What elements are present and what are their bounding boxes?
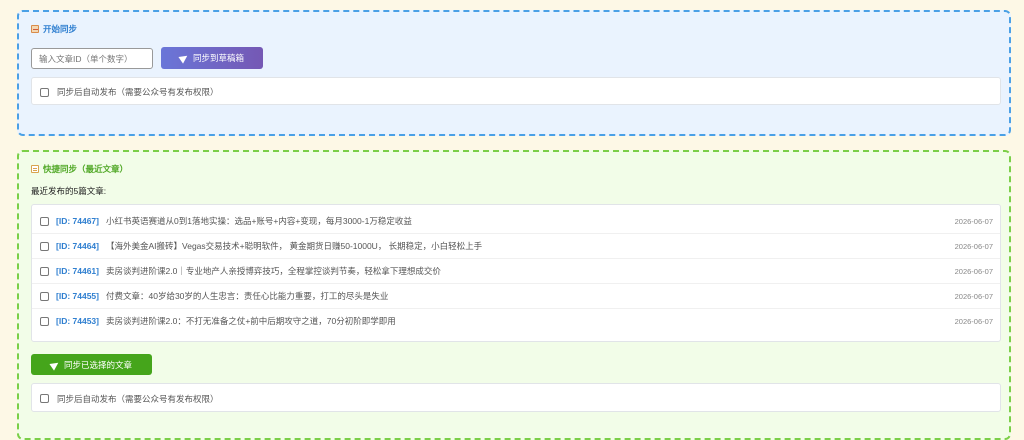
quick-auto-publish-checkbox[interactable] [40,394,49,403]
quick-sync-panel: 快捷同步（最近文章） 最近发布的5篇文章: [ID: 74467] 小红书英语赛… [17,150,1011,440]
pencil-icon [31,25,39,33]
article-date: 2026-06-07 [954,291,993,301]
sync-panel-title: 开始同步 [31,23,77,35]
document-icon [31,165,39,173]
article-id-input[interactable] [31,48,153,69]
quick-sync-title: 快捷同步（最近文章） [31,163,128,175]
article-date: 2026-06-07 [954,266,993,276]
article-date: 2026-06-07 [954,216,993,226]
auto-publish-checkbox[interactable] [40,87,49,97]
auto-publish-label: 同步后自动发布（需要公众号有发布权限） [57,87,219,97]
sync-selected-button[interactable]: 同步已选择的文章 [31,354,152,375]
quick-sync-title-text: 快捷同步（最近文章） [43,164,129,174]
sync-selected-label: 同步已选择的文章 [63,359,132,370]
article-title: 卖房谈判进阶课2.0：不打无准备之仗+前中后期攻守之道，70分初阶即学即用 [106,316,396,326]
article-row[interactable]: [ID: 74455] 付费文章：40岁给30岁的人生忠言：责任心比能力重要，打… [32,284,1000,309]
auto-publish-option[interactable]: 同步后自动发布（需要公众号有发布权限） [32,78,1000,106]
article-date: 2026-06-07 [954,316,993,326]
article-checkbox[interactable] [40,316,49,326]
article-title: 卖房谈判进阶课2.0｜专业地产人亲授博弈技巧，全程掌控谈判节奏，轻松拿下理想成交… [106,266,441,276]
article-row[interactable]: [ID: 74464] 【海外美金AI搬砖】Vegas交易技术+聪明软件， 黄金… [32,234,1000,259]
article-checkbox[interactable] [40,216,49,226]
article-title: 付费文章：40岁给30岁的人生忠言：责任心比能力重要，打工的尽头是失业 [106,291,389,301]
article-date: 2026-06-07 [954,241,993,251]
sync-to-draft-button[interactable]: 同步到草稿箱 [161,47,263,69]
article-title: 【海外美金AI搬砖】Vegas交易技术+聪明软件， 黄金期货日赚50-1000U… [106,241,483,251]
sync-panel: 开始同步 同步到草稿箱 同步后自动发布（需要公众号有发布权限） [17,10,1011,136]
quick-auto-publish-option[interactable]: 同步后自动发布（需要公众号有发布权限） [32,384,1000,413]
auto-publish-box: 同步后自动发布（需要公众号有发布权限） [31,77,1001,105]
sync-to-draft-label: 同步到草稿箱 [192,53,244,63]
article-id: [ID: 74461] [56,266,99,276]
article-title: 小红书英语赛道从0到1落地实操：选品+账号+内容+变现，每月3000-1万稳定收… [106,216,412,226]
quick-auto-publish-box: 同步后自动发布（需要公众号有发布权限） [31,383,1001,412]
article-id: [ID: 74464] [56,241,99,251]
article-id: [ID: 74467] [56,216,99,226]
article-list: [ID: 74467] 小红书英语赛道从0到1落地实操：选品+账号+内容+变现，… [31,204,1001,342]
article-checkbox[interactable] [40,291,49,301]
article-checkbox[interactable] [40,266,49,276]
article-row[interactable]: [ID: 74461] 卖房谈判进阶课2.0｜专业地产人亲授博弈技巧，全程掌控谈… [32,259,1000,284]
article-id: [ID: 74455] [56,291,99,301]
send-icon [178,52,190,64]
recent-articles-label: 最近发布的5篇文章: [31,186,107,196]
article-row[interactable]: [ID: 74453] 卖房谈判进阶课2.0：不打无准备之仗+前中后期攻守之道，… [32,309,1000,333]
sync-panel-title-text: 开始同步 [43,24,78,34]
article-row[interactable]: [ID: 74467] 小红书英语赛道从0到1落地实操：选品+账号+内容+变现，… [32,209,1000,234]
article-checkbox[interactable] [40,241,49,251]
quick-auto-publish-label: 同步后自动发布（需要公众号有发布权限） [57,393,219,404]
send-icon [49,358,61,371]
article-id: [ID: 74453] [56,316,99,326]
